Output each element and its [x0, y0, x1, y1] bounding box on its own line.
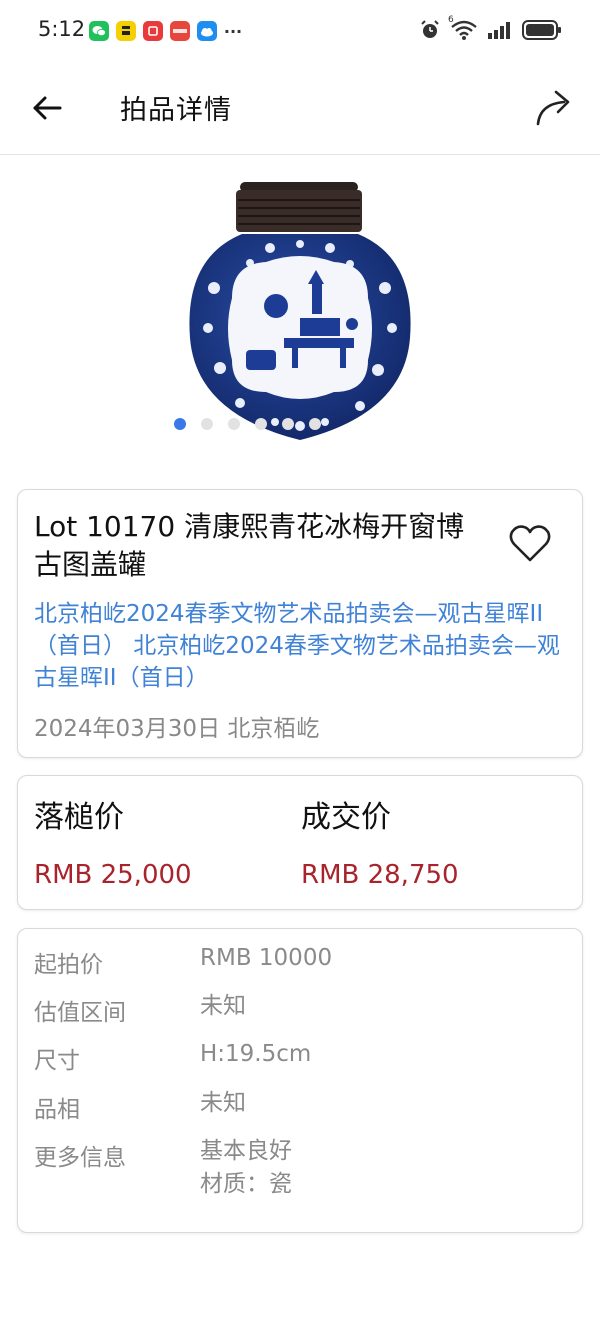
size-value: H:19.5cm: [200, 1041, 312, 1067]
favorite-button[interactable]: [507, 522, 553, 566]
start-price-label: 起拍价: [34, 952, 103, 978]
notification-icons: ···: [89, 21, 242, 41]
estimate-value: 未知: [200, 993, 246, 1019]
carousel-dot[interactable]: [228, 418, 240, 430]
more-info-label: 更多信息: [34, 1145, 126, 1171]
red-app-icon: [143, 21, 163, 41]
system-icons: 6: [419, 15, 562, 45]
weather-icon: [197, 21, 217, 41]
sold-price-label: 成交价: [301, 800, 391, 835]
size-label: 尺寸: [34, 1048, 80, 1074]
lot-title: Lot 10170 清康熙青花冰梅开窗博古图盖罐: [34, 510, 465, 581]
hammer-price-label: 落槌价: [34, 800, 124, 835]
lot-image: [189, 182, 411, 440]
more-notifications-icon: ···: [223, 21, 243, 41]
hammer-price-value: RMB 25,000: [34, 860, 192, 890]
sold-price-value: RMB 28,750: [301, 860, 459, 890]
carousel-dot[interactable]: [282, 418, 294, 430]
carousel-dot[interactable]: [309, 418, 321, 430]
carousel-dot[interactable]: [255, 418, 267, 430]
status-time: 5:12: [38, 17, 86, 41]
material-value: 材质：瓷: [200, 1171, 292, 1197]
battery-icon: [522, 19, 562, 45]
carousel-dot[interactable]: [201, 418, 213, 430]
carousel-dot[interactable]: [174, 418, 186, 430]
status-bar: 5:12 ··· 6: [0, 0, 600, 64]
back-arrow-icon: [33, 96, 62, 120]
more-info-value: 基本良好: [200, 1138, 292, 1164]
zhi-app-icon: [116, 21, 136, 41]
estimate-label: 估值区间: [34, 1000, 126, 1026]
wifi-icon: 6: [448, 15, 478, 45]
lot-date-house: 2024年03月30日 北京栢屹: [34, 716, 320, 742]
wifi-6-label: 6: [448, 15, 454, 25]
share-icon: [536, 90, 570, 126]
app-header: 拍品详情: [0, 64, 600, 155]
cell-signal-icon: [487, 20, 513, 44]
pinduoduo-icon: [170, 21, 190, 41]
condition-label: 品相: [34, 1097, 80, 1123]
page-title: 拍品详情: [120, 95, 232, 126]
share-button[interactable]: [532, 86, 576, 130]
start-price-value: RMB 10000: [200, 945, 333, 971]
wechat-icon: [89, 21, 109, 41]
heart-icon: [509, 525, 551, 562]
back-button[interactable]: [28, 88, 68, 128]
alarm-icon: [419, 19, 441, 45]
auction-link[interactable]: 北京柏屹2024春季文物艺术品拍卖会—观古星晖II（首日） 北京柏屹2024春季…: [34, 598, 574, 694]
condition-value: 未知: [200, 1090, 246, 1116]
image-carousel[interactable]: [0, 156, 600, 466]
